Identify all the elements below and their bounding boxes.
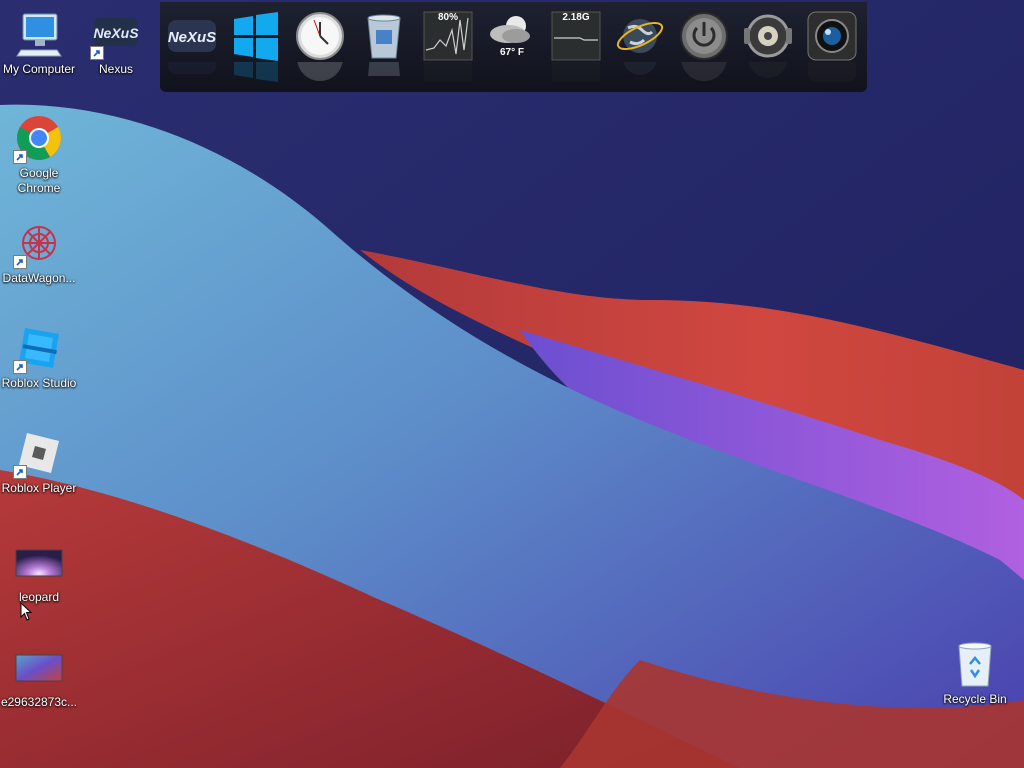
shortcut-arrow-icon: [13, 150, 27, 164]
roblox-player-icon: [13, 429, 63, 479]
desktop-icon-datawagon[interactable]: DataWagon...: [0, 219, 78, 286]
desktop-icon-label: Roblox Studio: [1, 376, 77, 390]
datawagon-icon: [13, 219, 63, 269]
dock-item-media[interactable]: [742, 10, 794, 78]
dock-item-recycle[interactable]: [358, 10, 410, 76]
desktop-icon-label: Roblox Player: [1, 481, 77, 495]
desktop-icon-image-file[interactable]: e29632873c...: [0, 643, 78, 710]
image-thumbnail-icon: [15, 538, 63, 586]
globe-icon: [616, 19, 664, 53]
recycle-bin-icon: [951, 640, 999, 688]
desktop-icon-google-chrome[interactable]: Google Chrome: [0, 114, 78, 196]
camera-icon: [807, 11, 857, 61]
cpu-percent-readout: 80%: [437, 12, 458, 23]
dock-item-camera[interactable]: [806, 10, 858, 82]
image-thumbnail-icon: [15, 643, 63, 691]
shortcut-arrow-icon: [13, 255, 27, 269]
nexus-dock: NeXuS 80% 67° F 2.18G: [160, 2, 867, 92]
desktop-icon-nexus[interactable]: NeXuS Nexus: [77, 10, 155, 77]
desktop-icon-label: My Computer: [2, 62, 76, 76]
dock-item-ram-meter[interactable]: 2.18G: [550, 10, 602, 82]
monitor-icon: [15, 10, 63, 58]
dock-item-cpu-meter[interactable]: 80%: [422, 10, 474, 82]
trash-icon: [367, 14, 401, 59]
windows-logo-icon: [234, 12, 278, 61]
mouse-cursor-icon: [20, 602, 33, 621]
power-icon: [680, 12, 728, 60]
desktop-icon-leopard[interactable]: leopard: [0, 538, 78, 605]
dock-item-clock[interactable]: [294, 10, 346, 81]
desktop-icon-roblox-player[interactable]: Roblox Player: [0, 429, 78, 496]
svg-text:NeXuS: NeXuS: [93, 25, 139, 41]
dock-item-network[interactable]: [614, 10, 666, 75]
desktop-icon-label: Recycle Bin: [943, 692, 1007, 706]
desktop-icon-recycle-bin[interactable]: Recycle Bin: [936, 640, 1014, 707]
dock-item-weather[interactable]: 67° F: [486, 10, 538, 62]
desktop-icon-my-computer[interactable]: My Computer: [0, 10, 78, 77]
chrome-icon: [13, 114, 63, 164]
dock-item-power[interactable]: [678, 10, 730, 81]
desktop-wallpaper: [0, 0, 1024, 768]
desktop-icon-label: e29632873c...: [0, 695, 78, 709]
nexus-logo-icon: NeXuS: [90, 10, 140, 60]
shortcut-arrow-icon: [13, 360, 27, 374]
shortcut-arrow-icon: [13, 465, 27, 479]
desktop-icon-label: Google Chrome: [17, 166, 61, 195]
dock-item-nexus[interactable]: NeXuS: [166, 10, 218, 74]
clock-icon: [296, 12, 344, 60]
temperature-readout: 67° F: [499, 47, 524, 58]
shortcut-arrow-icon: [90, 46, 104, 60]
memory-readout: 2.18G: [562, 12, 590, 23]
desktop-icon-label: Nexus: [98, 62, 133, 76]
nexus-logo-text: NeXuS: [168, 29, 216, 46]
nexus-logo-icon: NeXuS: [168, 20, 216, 52]
speaker-icon: [744, 14, 792, 58]
dock-item-start[interactable]: [230, 10, 282, 82]
desktop-icon-roblox-studio[interactable]: Roblox Studio: [0, 324, 78, 391]
desktop-icon-label: leopard: [18, 590, 60, 604]
desktop-icon-label: DataWagon...: [2, 271, 76, 285]
roblox-studio-icon: [13, 324, 63, 374]
